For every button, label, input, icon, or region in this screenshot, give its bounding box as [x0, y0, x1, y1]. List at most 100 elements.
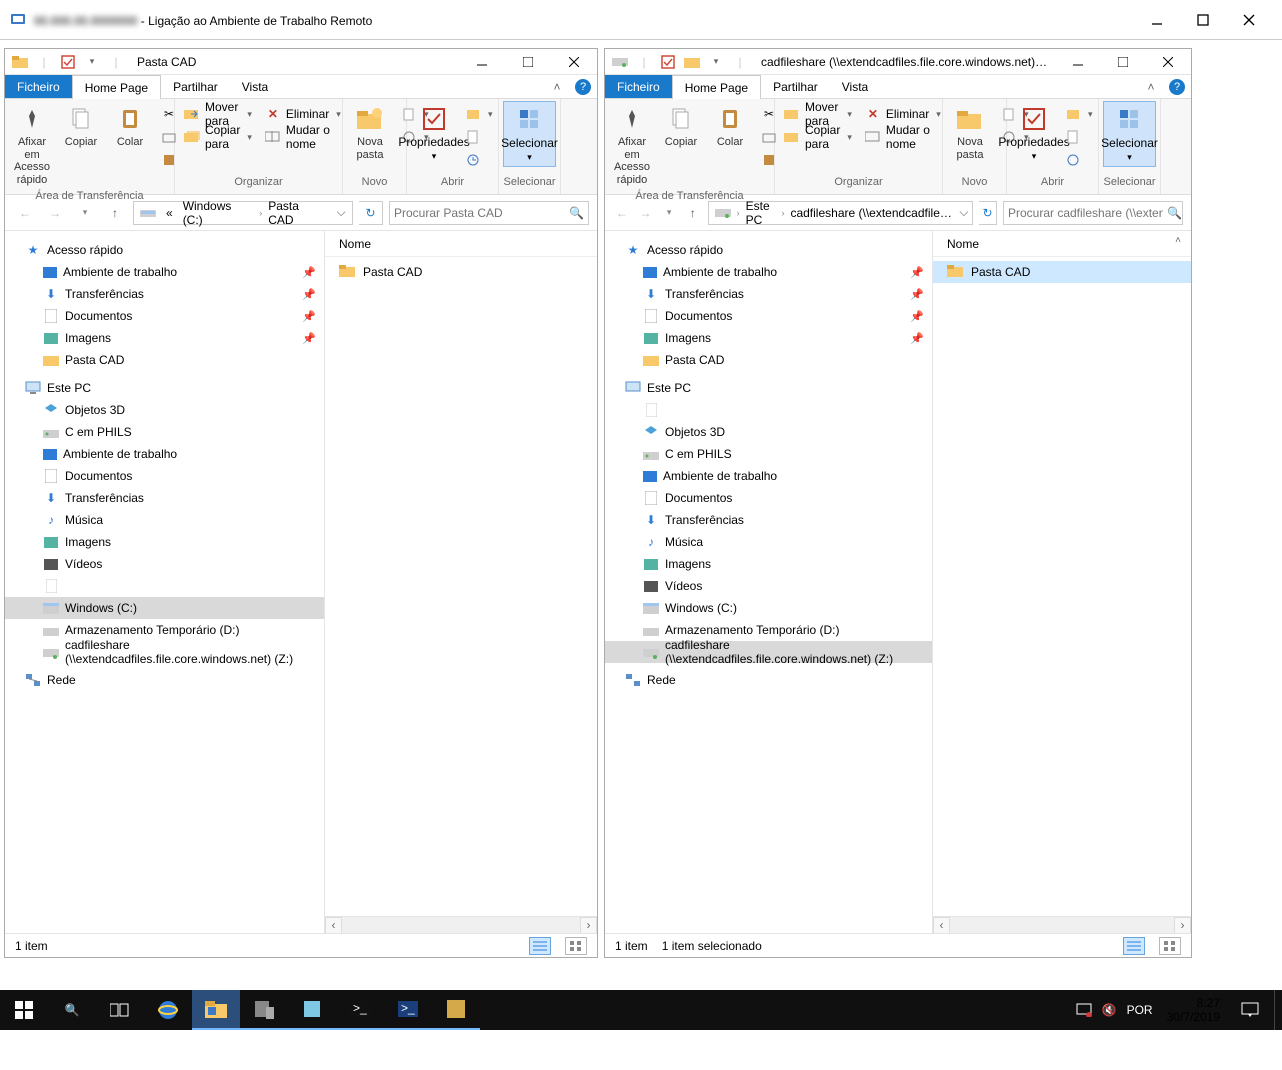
tab-share[interactable]: Partilhar: [761, 75, 830, 98]
close-button[interactable]: [551, 49, 597, 75]
icons-view-button[interactable]: [1159, 937, 1181, 955]
sort-asc-icon[interactable]: ˄: [1175, 235, 1181, 246]
ribbon-collapse-icon[interactable]: ˄: [545, 75, 569, 98]
select-button[interactable]: Selecionar▾: [503, 101, 556, 167]
paste-button[interactable]: Colar: [107, 101, 153, 152]
system-tray[interactable]: 🔇 POR: [1068, 1003, 1161, 1017]
breadcrumb[interactable]: « Windows (C:)› Pasta CAD ⌵: [133, 201, 353, 225]
tab-file[interactable]: Ficheiro: [5, 75, 72, 98]
qat-properties-icon[interactable]: [57, 51, 79, 73]
back-button[interactable]: ←: [13, 201, 37, 225]
horizontal-scrollbar[interactable]: ‹›: [933, 916, 1191, 933]
tree-this-pc[interactable]: Este PC: [605, 377, 932, 399]
help-icon[interactable]: ?: [1169, 79, 1185, 95]
pin-to-quick-access-button[interactable]: Afixar em Acesso rápido: [609, 101, 655, 190]
search-box[interactable]: 🔍: [389, 201, 589, 225]
breadcrumb-netdrive-icon[interactable]: [711, 206, 735, 219]
task-powershell-icon[interactable]: >_: [384, 990, 432, 1030]
tree-item[interactable]: Documentos📌: [605, 305, 932, 327]
copy-to-button[interactable]: Copiar para▾: [179, 126, 257, 148]
tray-volume-icon[interactable]: 🔇: [1102, 1003, 1117, 1017]
delete-button[interactable]: ✕Eliminar▾: [860, 103, 946, 125]
move-to-button[interactable]: Mover para▾: [179, 103, 257, 125]
horizontal-scrollbar[interactable]: ‹›: [325, 916, 597, 933]
tree-network[interactable]: Rede: [605, 669, 932, 691]
qat-network-drive-icon[interactable]: [609, 51, 631, 73]
tree-item[interactable]: Imagens: [605, 553, 932, 575]
rdp-close-button[interactable]: [1226, 0, 1272, 40]
forward-button[interactable]: →: [637, 201, 655, 225]
column-header-name[interactable]: Nome: [325, 231, 597, 257]
tree-item[interactable]: ♪Música: [605, 531, 932, 553]
column-header-name[interactable]: Nome˄: [933, 231, 1191, 257]
search-box[interactable]: 🔍: [1003, 201, 1183, 225]
qat-dropdown-icon[interactable]: ▾: [81, 51, 103, 73]
tree-item[interactable]: ⬇Transferências: [5, 487, 324, 509]
new-folder-button[interactable]: Nova pasta: [347, 101, 393, 164]
search-icon[interactable]: 🔍: [569, 206, 584, 220]
breadcrumb-item-2[interactable]: Pasta CAD: [264, 199, 330, 227]
rdp-minimize-button[interactable]: [1134, 0, 1180, 40]
tree-item[interactable]: Ambiente de trabalho📌: [5, 261, 324, 283]
scroll-left-icon[interactable]: ‹: [933, 917, 950, 934]
copy-button[interactable]: Copiar: [658, 101, 704, 152]
tree-item[interactable]: Documentos: [5, 465, 324, 487]
tree-item[interactable]: Imagens📌: [605, 327, 932, 349]
tray-network-icon[interactable]: [1076, 1003, 1092, 1017]
qat-properties-icon[interactable]: [657, 51, 679, 73]
tab-share[interactable]: Partilhar: [161, 75, 230, 98]
breadcrumb-drive-icon[interactable]: [136, 207, 160, 219]
rdp-maximize-button[interactable]: [1180, 0, 1226, 40]
help-icon[interactable]: ?: [575, 79, 591, 95]
start-button[interactable]: [0, 990, 48, 1030]
explorer-right-titlebar[interactable]: | ▾ | cadfileshare (\\extendcadfiles.fil…: [605, 49, 1191, 75]
properties-button[interactable]: Propriedades▾: [411, 101, 457, 165]
copy-button[interactable]: Copiar: [58, 101, 104, 152]
search-input[interactable]: [394, 206, 565, 220]
rename-button[interactable]: Mudar o nome: [860, 126, 946, 148]
breadcrumb-item-1[interactable]: Este PC: [742, 199, 780, 227]
ribbon-collapse-icon[interactable]: ˄: [1139, 75, 1163, 98]
properties-button[interactable]: Propriedades▾: [1011, 101, 1057, 165]
refresh-button[interactable]: ↻: [359, 201, 383, 225]
tree-item[interactable]: Pasta CAD: [605, 349, 932, 371]
tree-item[interactable]: Vídeos: [605, 575, 932, 597]
task-app-icon[interactable]: [432, 990, 480, 1030]
file-row-selected[interactable]: Pasta CAD: [933, 261, 1191, 283]
tree-item[interactable]: Vídeos: [5, 553, 324, 575]
copy-to-button[interactable]: Copiar para▾: [779, 126, 857, 148]
up-button[interactable]: ↑: [684, 201, 702, 225]
search-icon[interactable]: 🔍: [1167, 206, 1182, 220]
close-button[interactable]: [1146, 49, 1191, 75]
paste-button[interactable]: Colar: [707, 101, 753, 152]
tree-item[interactable]: Objetos 3D: [5, 399, 324, 421]
tree-item[interactable]: C em PHILS: [605, 443, 932, 465]
task-view-button[interactable]: [96, 990, 144, 1030]
history-button[interactable]: [1060, 149, 1098, 171]
task-notepad-icon[interactable]: [288, 990, 336, 1030]
minimize-button[interactable]: [459, 49, 505, 75]
icons-view-button[interactable]: [565, 937, 587, 955]
tree-item[interactable]: [605, 399, 932, 421]
tree-item[interactable]: cadfileshare (\\extendcadfiles.file.core…: [5, 641, 324, 663]
refresh-button[interactable]: ↻: [979, 201, 997, 225]
maximize-button[interactable]: [505, 49, 551, 75]
taskbar[interactable]: 🔍 >_ >_ 🔇 POR 8:27 30/7/2019: [0, 990, 1282, 1030]
tab-view[interactable]: Vista: [230, 75, 280, 98]
tree-item[interactable]: ♪Música: [5, 509, 324, 531]
tree-item[interactable]: Windows (C:): [605, 597, 932, 619]
open-button[interactable]: ▾: [460, 103, 498, 125]
tree-item[interactable]: C em PHILS: [5, 421, 324, 443]
tree-item[interactable]: ⬇Transferências📌: [605, 283, 932, 305]
tree-item[interactable]: Documentos📌: [5, 305, 324, 327]
recent-locations-button[interactable]: ▾: [660, 201, 678, 225]
qat-folder-icon[interactable]: [681, 51, 703, 73]
file-row[interactable]: Pasta CAD: [325, 261, 597, 283]
task-servermgr-icon[interactable]: [240, 990, 288, 1030]
tree-item[interactable]: ⬇Transferências📌: [5, 283, 324, 305]
tree-item[interactable]: Imagens: [5, 531, 324, 553]
minimize-button[interactable]: [1055, 49, 1100, 75]
qat-folder-icon[interactable]: [9, 51, 31, 73]
tree-item-selected[interactable]: Windows (C:): [5, 597, 324, 619]
tree-item-selected[interactable]: cadfileshare (\\extendcadfiles.file.core…: [605, 641, 932, 663]
